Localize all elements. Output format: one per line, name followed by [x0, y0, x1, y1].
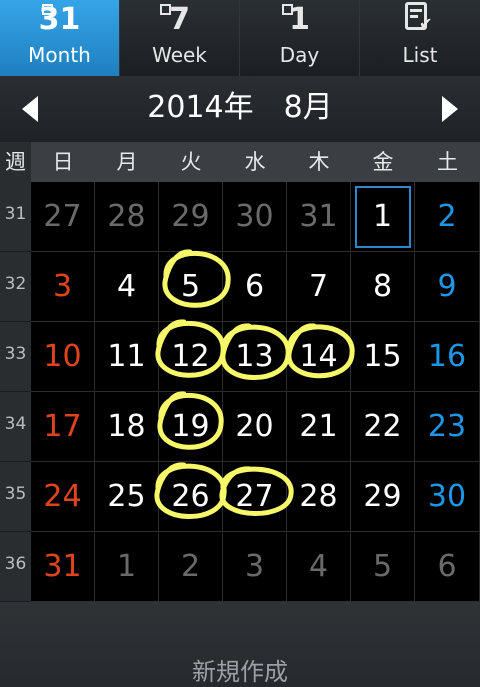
week-number: 31: [0, 182, 31, 252]
day-cell[interactable]: 20: [223, 392, 287, 462]
day-cell[interactable]: 15: [351, 322, 415, 392]
day-cell[interactable]: 16: [415, 322, 480, 392]
day-cell[interactable]: 31: [287, 182, 351, 252]
tab-list[interactable]: ✔ List: [360, 0, 480, 76]
new-event-button[interactable]: 新規作成: [0, 658, 480, 686]
day-cell[interactable]: 18: [95, 392, 159, 462]
day-cell[interactable]: 27: [31, 182, 95, 252]
day-cell[interactable]: 21: [287, 392, 351, 462]
day-cell[interactable]: 8: [351, 252, 415, 322]
week-number: 35: [0, 462, 31, 532]
day-cell[interactable]: 31: [31, 532, 95, 602]
weekday-label: 火: [180, 150, 202, 174]
day-cell[interactable]: 25: [95, 462, 159, 532]
day-cell[interactable]: 10: [31, 322, 95, 392]
week-number: 32: [0, 252, 31, 322]
calendar-day-icon: 1: [240, 4, 359, 36]
day-cell[interactable]: 19: [159, 392, 223, 462]
weekday-label: 土: [437, 150, 458, 174]
tab-week[interactable]: 7 Week: [120, 0, 240, 76]
weekday-label: 水: [244, 150, 266, 174]
weekday-label: 日: [52, 150, 74, 174]
day-cell[interactable]: 5: [159, 252, 223, 322]
weekday-header: 週日 月 火 水 木 金 土: [0, 142, 480, 182]
view-tabs: 31 Month 7 Week 1 Day ✔ List: [0, 0, 480, 76]
day-cell[interactable]: 5: [351, 532, 415, 602]
calendar-app: 31 Month 7 Week 1 Day ✔ List 2014年 8月 週日…: [0, 0, 480, 687]
day-cell[interactable]: 12: [159, 322, 223, 392]
week-number: 33: [0, 322, 31, 392]
day-cell[interactable]: 7: [287, 252, 351, 322]
day-cell[interactable]: 30: [223, 182, 287, 252]
day-cell[interactable]: 2: [415, 182, 480, 252]
day-cell[interactable]: 17: [31, 392, 95, 462]
tab-day[interactable]: 1 Day: [240, 0, 360, 76]
day-cell[interactable]: 13: [223, 322, 287, 392]
week-number: 36: [0, 532, 31, 602]
calendar-week-icon: 7: [120, 4, 239, 36]
day-cell[interactable]: 3: [223, 532, 287, 602]
month-title: 2014年 8月: [147, 90, 333, 125]
week-row: 35 24 25 26 27 28 29 30: [0, 462, 480, 532]
calendar-month-icon: 31: [38, 2, 81, 37]
day-cell[interactable]: 22: [351, 392, 415, 462]
tab-list-label: List: [402, 43, 438, 67]
weekday-label: 金: [372, 150, 394, 174]
day-cell[interactable]: 6: [415, 532, 480, 602]
week-row: 34 17 18 19 20 21 22 23: [0, 392, 480, 462]
day-cell[interactable]: 26: [159, 462, 223, 532]
weekday-label: 木: [308, 150, 330, 174]
week-number: 34: [0, 392, 31, 462]
day-cell[interactable]: 30: [415, 462, 480, 532]
month-grid: 31 27 28 29 30 31 1 2 32 3 4 5 6 7 8 9 33 10 11 12 13 14 15 16 3…: [0, 182, 480, 602]
day-cell[interactable]: 4: [287, 532, 351, 602]
day-cell[interactable]: 6: [223, 252, 287, 322]
tab-day-label: Day: [279, 43, 320, 67]
day-cell[interactable]: 9: [415, 252, 480, 322]
day-cell[interactable]: 11: [95, 322, 159, 392]
week-row: 32 3 4 5 6 7 8 9: [0, 252, 480, 322]
weekday-week-label: 週: [0, 142, 31, 182]
tab-month-label: Month: [28, 43, 91, 67]
day-cell[interactable]: 28: [95, 182, 159, 252]
day-cell[interactable]: 14: [287, 322, 351, 392]
week-row: 33 10 11 12 13 14 15 16: [0, 322, 480, 392]
bottom-bar: 新規作成: [0, 602, 480, 687]
day-cell[interactable]: 1: [95, 532, 159, 602]
day-cell[interactable]: 1: [351, 182, 415, 252]
day-cell[interactable]: 29: [351, 462, 415, 532]
day-cell[interactable]: 3: [31, 252, 95, 322]
day-cell[interactable]: 29: [159, 182, 223, 252]
day-cell[interactable]: 27: [223, 462, 287, 532]
day-cell[interactable]: 23: [415, 392, 480, 462]
tab-month[interactable]: 31 Month: [0, 0, 120, 76]
day-cell[interactable]: 28: [287, 462, 351, 532]
month-navigation: 2014年 8月: [0, 76, 480, 142]
day-cell[interactable]: 4: [95, 252, 159, 322]
day-cell[interactable]: 2: [159, 532, 223, 602]
list-icon: ✔: [405, 2, 432, 32]
next-month-arrow-icon[interactable]: [442, 96, 458, 122]
day-cell[interactable]: 24: [31, 462, 95, 532]
weekday-label: 月: [116, 150, 138, 174]
week-row: 36 31 1 2 3 4 5 6: [0, 532, 480, 602]
week-row: 31 27 28 29 30 31 1 2: [0, 182, 480, 252]
tab-week-label: Week: [152, 43, 207, 67]
